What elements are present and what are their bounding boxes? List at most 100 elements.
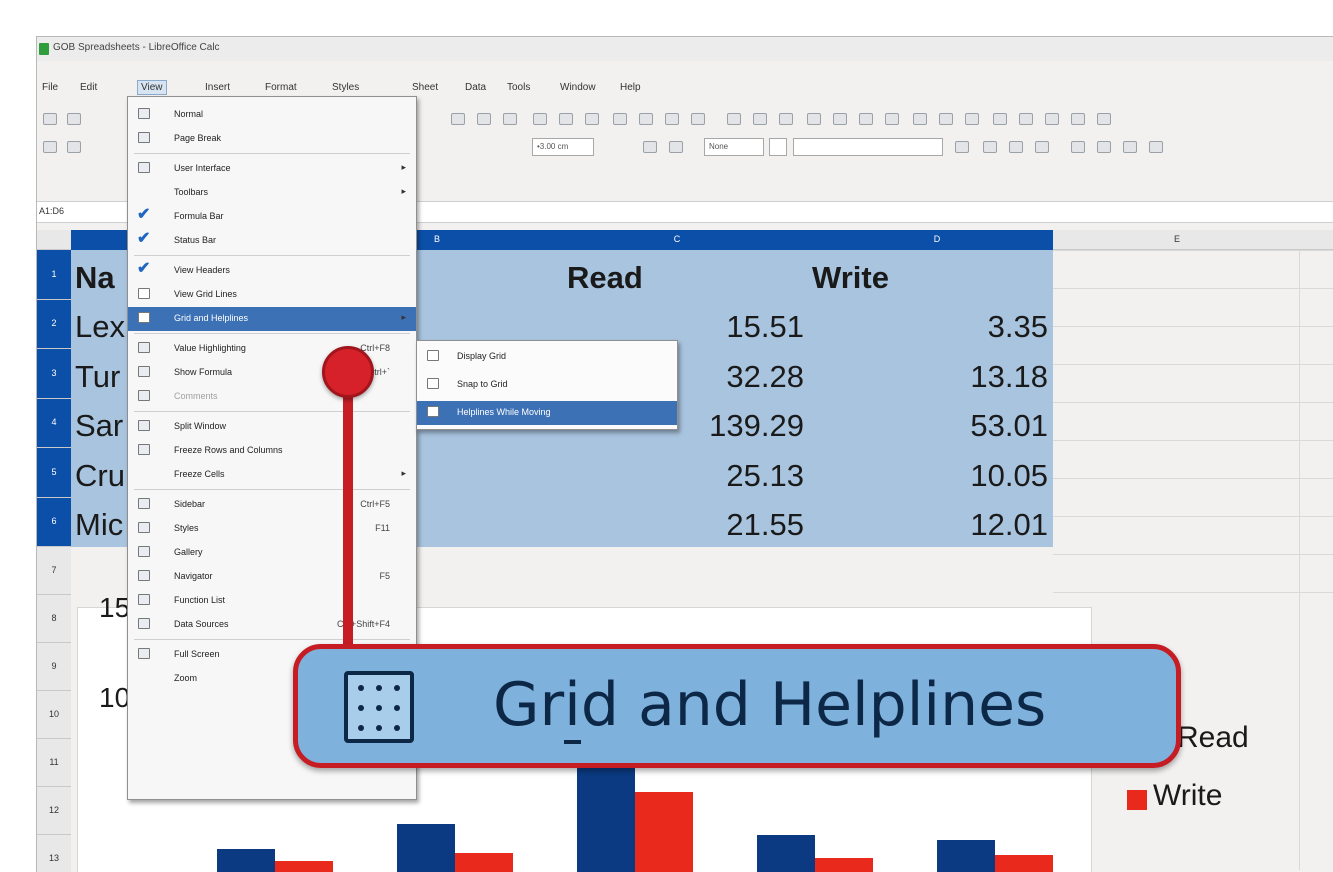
view-menu-item-comments[interactable]: Comments bbox=[128, 385, 416, 409]
toolbar-icon[interactable] bbox=[1009, 141, 1023, 153]
submenu-item-display-grid[interactable]: Display Grid bbox=[417, 345, 677, 369]
toolbar-icon[interactable] bbox=[859, 113, 873, 125]
bar-write-lex[interactable] bbox=[275, 861, 333, 872]
row-header-5[interactable]: 5 bbox=[37, 448, 71, 498]
view-menu-item-grid-and-helplines[interactable]: Grid and Helplines ▸ bbox=[128, 307, 416, 331]
toolbar-icon[interactable] bbox=[503, 113, 517, 125]
view-menu-item-navigator[interactable]: Navigator F5 bbox=[128, 565, 416, 589]
style-name-field[interactable]: None bbox=[704, 138, 764, 156]
view-menu-item-view-grid-lines[interactable]: View Grid Lines bbox=[128, 283, 416, 307]
row-header-6[interactable]: 6 bbox=[37, 497, 71, 547]
view-menu-item-page-break[interactable]: Page Break bbox=[128, 127, 416, 151]
view-menu-item-value-highlighting[interactable]: Value Highlighting Ctrl+F8 bbox=[128, 337, 416, 361]
column-header-e[interactable]: E bbox=[1157, 230, 1197, 250]
toolbar-icon[interactable] bbox=[955, 141, 969, 153]
view-menu-item-toolbars[interactable]: Toolbars ▸ bbox=[128, 181, 416, 205]
view-menu-item-formula-bar[interactable]: ✔ Formula Bar bbox=[128, 205, 416, 229]
view-menu-item-normal[interactable]: Normal bbox=[128, 103, 416, 127]
menu-data[interactable]: Data bbox=[462, 82, 489, 93]
view-menu-item-sidebar[interactable]: Sidebar Ctrl+F5 bbox=[128, 493, 416, 517]
name-cell[interactable]: Tur bbox=[75, 359, 120, 395]
header-name-cell[interactable]: Na bbox=[75, 260, 115, 296]
bar-write-cru[interactable] bbox=[815, 857, 873, 872]
view-menu-item-styles[interactable]: Styles F11 bbox=[128, 517, 416, 541]
column-header-c[interactable]: C bbox=[657, 230, 697, 250]
toolbar-icon[interactable] bbox=[477, 113, 491, 125]
row-header-10[interactable]: 10 bbox=[37, 691, 71, 739]
menu-window[interactable]: Window bbox=[557, 82, 599, 93]
name-box[interactable]: A1:D6 bbox=[39, 206, 64, 216]
row-header-2[interactable]: 2 bbox=[37, 299, 71, 349]
menu-tools[interactable]: Tools bbox=[504, 82, 533, 93]
toolbar-icon[interactable] bbox=[1045, 113, 1059, 125]
toolbar-icon[interactable] bbox=[639, 113, 653, 125]
toolbar-icon[interactable] bbox=[613, 113, 627, 125]
toolbar-icon[interactable] bbox=[665, 113, 679, 125]
toolbar-icon[interactable] bbox=[559, 113, 573, 125]
read-cell[interactable]: 32.28 bbox=[726, 359, 804, 395]
toolbar-icon[interactable] bbox=[1149, 141, 1163, 153]
view-menu-item-freeze-cells[interactable]: Freeze Cells ▸ bbox=[128, 463, 416, 487]
toolbar-icon[interactable] bbox=[779, 113, 793, 125]
column-header-d[interactable]: D bbox=[917, 230, 957, 250]
menu-edit[interactable]: Edit bbox=[77, 82, 100, 93]
toolbar-icon[interactable] bbox=[993, 113, 1007, 125]
submenu-item-helplines-while-moving[interactable]: Helplines While Moving bbox=[417, 401, 677, 425]
menu-file[interactable]: File bbox=[39, 82, 61, 93]
name-cell[interactable]: Cru bbox=[75, 458, 125, 494]
toolbar-icon[interactable] bbox=[43, 141, 57, 153]
bar-read-tur[interactable] bbox=[397, 823, 455, 872]
bar-write-mic[interactable] bbox=[995, 854, 1053, 872]
font-size-field[interactable]: •3.00 cm bbox=[532, 138, 594, 156]
menu-styles[interactable]: Styles bbox=[329, 82, 362, 93]
row-header-12[interactable]: 12 bbox=[37, 787, 71, 835]
bar-write-tur[interactable] bbox=[455, 852, 513, 872]
view-menu-item-data-sources[interactable]: Data Sources Ctrl+Shift+F4 bbox=[128, 613, 416, 637]
toolbar-icon[interactable] bbox=[1097, 113, 1111, 125]
toolbar-icon[interactable] bbox=[43, 113, 57, 125]
menu-help[interactable]: Help bbox=[617, 82, 644, 93]
header-write-cell[interactable]: Write bbox=[812, 260, 889, 296]
toolbar-icon[interactable] bbox=[965, 113, 979, 125]
toolbar-icon[interactable] bbox=[1019, 113, 1033, 125]
view-menu-item-user-interface[interactable]: User Interface ▸ bbox=[128, 157, 416, 181]
toolbar-icon[interactable] bbox=[1035, 141, 1049, 153]
toolbar-icon[interactable] bbox=[983, 141, 997, 153]
toolbar-icon[interactable] bbox=[885, 113, 899, 125]
bar-write-sar[interactable] bbox=[635, 791, 693, 872]
read-cell[interactable]: 15.51 bbox=[726, 309, 804, 345]
write-cell[interactable]: 13.18 bbox=[970, 359, 1048, 395]
toolbar-icon[interactable] bbox=[1071, 141, 1085, 153]
view-menu-item-split-window[interactable]: Split Window bbox=[128, 415, 416, 439]
bar-read-cru[interactable] bbox=[757, 834, 815, 872]
name-cell[interactable]: Sar bbox=[75, 408, 123, 444]
name-cell[interactable]: Lex bbox=[75, 309, 125, 345]
toolbar-icon[interactable] bbox=[669, 141, 683, 153]
name-cell[interactable]: Mic bbox=[75, 507, 123, 543]
row-header-9[interactable]: 9 bbox=[37, 643, 71, 691]
read-cell[interactable]: 139.29 bbox=[709, 408, 804, 444]
row-header-3[interactable]: 3 bbox=[37, 349, 71, 399]
toolbar-icon[interactable] bbox=[533, 113, 547, 125]
read-cell[interactable]: 25.13 bbox=[726, 458, 804, 494]
toolbar-icon[interactable] bbox=[585, 113, 599, 125]
view-menu-item-gallery[interactable]: Gallery bbox=[128, 541, 416, 565]
row-header-7[interactable]: 7 bbox=[37, 547, 71, 595]
row-header-8[interactable]: 8 bbox=[37, 595, 71, 643]
toolbar-icon[interactable] bbox=[807, 113, 821, 125]
submenu-item-snap-to-grid[interactable]: Snap to Grid bbox=[417, 373, 677, 397]
toolbar-icon[interactable] bbox=[1071, 113, 1085, 125]
header-read-cell[interactable]: Read bbox=[567, 260, 643, 296]
toolbar-icon[interactable] bbox=[753, 113, 767, 125]
column-header-b[interactable]: B bbox=[417, 230, 457, 250]
menu-view[interactable]: View bbox=[137, 80, 167, 95]
toolbar-icon[interactable] bbox=[913, 113, 927, 125]
write-cell[interactable]: 3.35 bbox=[988, 309, 1048, 345]
view-menu-item-view-headers[interactable]: ✔ View Headers bbox=[128, 259, 416, 283]
bar-read-mic[interactable] bbox=[937, 840, 995, 872]
toolbar-icon[interactable] bbox=[727, 113, 741, 125]
view-menu-item-freeze-rows-and-columns[interactable]: Freeze Rows and Columns bbox=[128, 439, 416, 463]
row-header-1[interactable]: 1 bbox=[37, 250, 71, 300]
write-cell[interactable]: 53.01 bbox=[970, 408, 1048, 444]
toolbar-icon[interactable] bbox=[67, 141, 81, 153]
